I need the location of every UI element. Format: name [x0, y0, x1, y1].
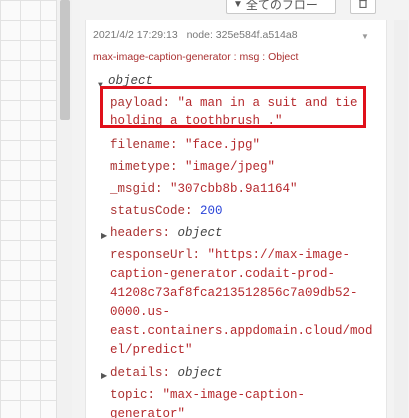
statuscode-value: 200: [200, 204, 223, 218]
message-meta: 2021/4/2 17:29:13 node: 325e584f.a514a8: [93, 29, 298, 41]
headers-type: object: [177, 226, 223, 240]
msgid-key: _msgid: "307cbb8b.9a1164": [110, 182, 298, 196]
filename-key: filename: "face.jpg": [110, 138, 261, 152]
topic-value-line2: generator": [110, 407, 186, 418]
clear-messages-button[interactable]: [350, 0, 376, 14]
filter-icon: ▼: [233, 0, 243, 10]
chevron-down-icon[interactable]: ▼: [360, 32, 370, 42]
responseurl-line5: east.containers.appdomain.cloud/mod: [110, 324, 373, 338]
debug-message: 2021/4/2 17:29:13 node: 325e584f.a514a8 …: [85, 20, 387, 418]
all-flows-filter-button[interactable]: ▼ 全てのフロー: [226, 0, 336, 14]
message-timestamp: 2021/4/2 17:29:13: [93, 29, 178, 41]
responseurl-line3: 41208c73af8fca213512856c7a09db52-: [110, 286, 358, 300]
topic-value: "max-image-caption-: [162, 388, 306, 402]
responseurl-key: responseUrl: "https://max-image-: [110, 248, 351, 262]
headers-key[interactable]: headers: object: [110, 224, 223, 243]
filename-value: "face.jpg": [185, 138, 261, 152]
expand-details-caret-icon[interactable]: ▶: [101, 367, 109, 386]
message-node-link[interactable]: node: 325e584f.a514a8: [187, 29, 298, 41]
payload-highlight-box: [100, 86, 366, 128]
trash-icon: [358, 0, 368, 11]
responseurl-line6: el/predict": [110, 343, 193, 357]
topic-key: topic: "max-image-caption-: [110, 388, 306, 402]
details-type: object: [177, 366, 223, 380]
responseurl-line2: caption-generator.codait-prod-: [110, 267, 336, 281]
details-key[interactable]: details: object: [110, 364, 223, 383]
all-flows-label: 全てのフロー: [245, 0, 318, 12]
expand-headers-caret-icon[interactable]: ▶: [101, 227, 109, 246]
workspace-scrollbar-thumb[interactable]: [60, 0, 70, 120]
responseurl-value: "https://max-image-: [207, 248, 351, 262]
statuscode-key: statusCode: 200: [110, 204, 223, 218]
mimetype-key: mimetype: "image/jpeg": [110, 160, 276, 174]
mimetype-value: "image/jpeg": [185, 160, 276, 174]
msgid-value: "307cbb8b.9a1164": [170, 182, 298, 196]
debug-sidebar: ▼ 全てのフロー 2021/4/2 17:29:13 node: 325e584…: [72, 0, 409, 418]
debug-panel-scrollbar[interactable]: [394, 20, 408, 418]
workspace-scrollbar[interactable]: [56, 0, 73, 418]
responseurl-line4: 0000.us-: [110, 305, 171, 319]
message-topic-path: max-image-caption-generator : msg : Obje…: [93, 51, 299, 63]
